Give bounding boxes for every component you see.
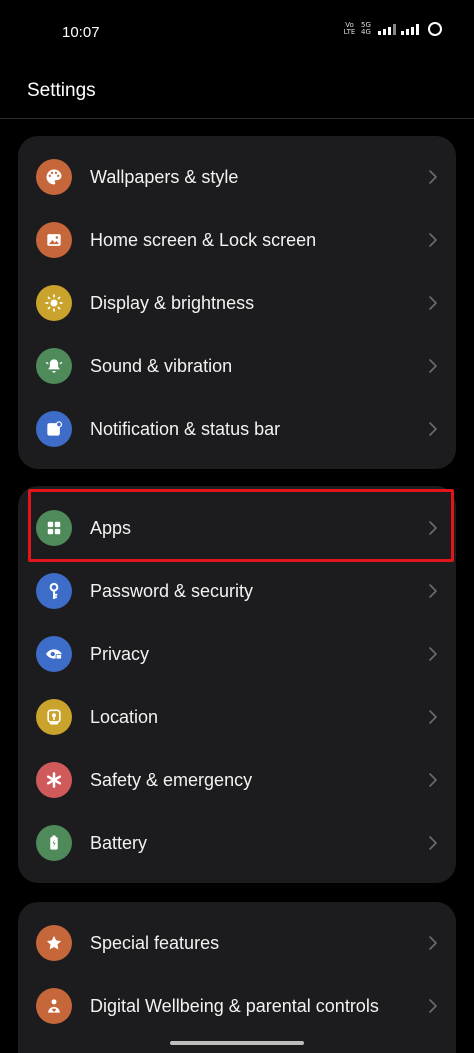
image-icon — [36, 222, 72, 258]
chevron-right-icon — [428, 358, 438, 374]
bell-icon — [36, 348, 72, 384]
settings-item-display-brightness[interactable]: Display & brightness — [18, 273, 456, 333]
chevron-right-icon — [428, 583, 438, 599]
settings-item-label: Sound & vibration — [90, 355, 233, 376]
settings-item-notification-status-bar[interactable]: Notification & status bar — [18, 399, 456, 459]
settings-group-features: Special features Digital Wellbeing & par… — [18, 902, 456, 1053]
palette-icon — [36, 159, 72, 195]
status-time: 10:07 — [62, 24, 100, 41]
status-icons: Vo LTE 5G 4G — [343, 22, 442, 36]
chevron-right-icon — [428, 835, 438, 851]
chevron-right-icon — [428, 169, 438, 185]
settings-item-label: Wallpapers & style — [90, 166, 239, 187]
chevron-right-icon — [428, 935, 438, 951]
settings-item-special-features[interactable]: Special features — [18, 913, 456, 973]
settings-item-label: Special features — [90, 932, 220, 953]
chevron-right-icon — [428, 709, 438, 725]
settings-item-safety-emergency[interactable]: Safety & emergency — [18, 750, 456, 810]
eye-lock-icon — [36, 636, 72, 672]
page-title: Settings — [27, 80, 96, 101]
star-icon — [36, 925, 72, 961]
notification-icon — [36, 411, 72, 447]
settings-item-label: Battery — [90, 832, 148, 853]
settings-group-personalization: Wallpapers & style Home screen & Lock sc… — [18, 136, 456, 469]
key-icon — [36, 573, 72, 609]
settings-item-battery[interactable]: Battery — [18, 813, 456, 873]
chevron-right-icon — [428, 421, 438, 437]
settings-item-password-security[interactable]: Password & security — [18, 561, 456, 621]
network-type-label: 5G 4G — [361, 21, 371, 36]
settings-group-apps-security: Apps Password & security Privacy Locatio… — [18, 486, 456, 883]
apps-grid-icon — [36, 510, 72, 546]
settings-item-label: Notification & status bar — [90, 418, 281, 439]
status-bar: 10:07 Vo LTE 5G 4G — [0, 0, 474, 62]
battery-icon — [36, 825, 72, 861]
chevron-right-icon — [428, 998, 438, 1014]
settings-item-wallpapers[interactable]: Wallpapers & style — [18, 147, 456, 207]
settings-item-privacy[interactable]: Privacy — [18, 624, 456, 684]
header: Settings — [0, 62, 474, 118]
signal-strength-icon-2 — [401, 23, 419, 35]
asterisk-icon — [36, 762, 72, 798]
settings-item-label: Safety & emergency — [90, 769, 253, 790]
header-divider — [0, 118, 474, 119]
chevron-right-icon — [428, 646, 438, 662]
settings-item-apps[interactable]: Apps — [18, 498, 456, 558]
settings-item-label: Display & brightness — [90, 292, 255, 313]
home-gesture-bar[interactable] — [170, 1041, 304, 1045]
volte-label: Vo LTE — [343, 21, 356, 36]
settings-item-sound-vibration[interactable]: Sound & vibration — [18, 336, 456, 396]
settings-item-home-lock-screen[interactable]: Home screen & Lock screen — [18, 210, 456, 270]
settings-item-label: Password & security — [90, 580, 254, 601]
wellbeing-icon — [36, 988, 72, 1024]
settings-item-label: Apps — [90, 517, 132, 538]
chevron-right-icon — [428, 772, 438, 788]
signal-strength-icon — [378, 23, 396, 35]
settings-item-label: Privacy — [90, 643, 150, 664]
chevron-right-icon — [428, 295, 438, 311]
sun-icon — [36, 285, 72, 321]
settings-item-label: Location — [90, 706, 159, 727]
chevron-right-icon — [428, 232, 438, 248]
chevron-right-icon — [428, 520, 438, 536]
settings-item-label: Home screen & Lock screen — [90, 229, 317, 250]
settings-item-digital-wellbeing[interactable]: Digital Wellbeing & parental controls — [18, 976, 456, 1036]
settings-item-label: Digital Wellbeing & parental controls — [90, 995, 379, 1016]
settings-item-location[interactable]: Location — [18, 687, 456, 747]
battery-ring-icon — [428, 22, 442, 36]
location-pin-icon — [36, 699, 72, 735]
